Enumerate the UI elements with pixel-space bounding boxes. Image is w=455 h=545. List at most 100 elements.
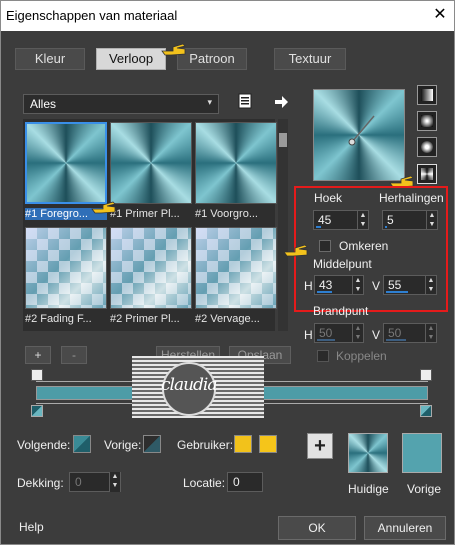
gallery-scrollbar[interactable] bbox=[278, 119, 288, 331]
spinner-arrows-icon[interactable]: ▲ ▼ bbox=[425, 324, 436, 342]
thumbnail-label: #2 Fading F... bbox=[25, 313, 92, 325]
cancel-button[interactable]: Annuleren bbox=[364, 516, 446, 540]
previous-gradient-swatch[interactable] bbox=[402, 433, 442, 473]
angle-handle-icon bbox=[348, 115, 375, 146]
focal-h-spinner[interactable]: 50 ▲ ▼ bbox=[314, 323, 364, 343]
repeats-value: 5 bbox=[387, 213, 394, 227]
repeats-level bbox=[385, 226, 387, 228]
spinner-arrows-icon[interactable]: ▲ ▼ bbox=[109, 472, 120, 492]
focal-h-label: H bbox=[304, 328, 313, 342]
gradient-swatch bbox=[110, 227, 192, 309]
material-properties-dialog: Eigenschappen van materiaal ✕ Kleur Verl… bbox=[0, 0, 455, 545]
category-value: Alles bbox=[30, 97, 57, 111]
add-stop-button[interactable]: + bbox=[25, 346, 51, 364]
focal-v-value: 50 bbox=[388, 326, 402, 340]
gradient-preview[interactable] bbox=[313, 89, 405, 181]
gradient-thumbnail[interactable]: #2 Fading F... bbox=[25, 227, 107, 327]
focal-h-level bbox=[317, 339, 335, 341]
current-gradient-swatch[interactable] bbox=[348, 433, 388, 473]
thumbnail-label: #1 Voorgro... bbox=[195, 208, 258, 220]
pointing-hand-icon bbox=[91, 201, 116, 214]
linear-gradient-icon bbox=[421, 89, 433, 101]
gradient-thumbnail[interactable]: #1 Primer Pl... bbox=[110, 122, 192, 222]
gradient-swatch bbox=[25, 227, 107, 309]
link-label: Koppelen bbox=[336, 349, 387, 363]
opacity-spinner[interactable]: 0 ▲ ▼ bbox=[69, 472, 121, 492]
gradient-swatch bbox=[110, 122, 192, 204]
spinner-arrows-icon[interactable]: ▲ ▼ bbox=[357, 211, 368, 229]
rectangular-gradient-style-button[interactable] bbox=[417, 111, 437, 131]
ok-button[interactable]: OK bbox=[278, 516, 356, 540]
current-label: Huidige bbox=[348, 482, 389, 496]
repeats-spinner[interactable]: 5 ▲ ▼ bbox=[382, 210, 438, 230]
tab-kleur[interactable]: Kleur bbox=[15, 48, 85, 70]
gradient-thumbnail[interactable]: #2 Vervage... bbox=[195, 227, 277, 327]
remove-stop-button[interactable]: - bbox=[61, 346, 87, 364]
angle-label: Hoek bbox=[314, 191, 343, 205]
focal-label: Brandpunt bbox=[313, 304, 369, 318]
thumbnail-label: #2 Primer Pl... bbox=[110, 313, 180, 325]
location-label: Locatie: bbox=[183, 476, 226, 490]
radial-gradient-style-button[interactable] bbox=[417, 137, 437, 157]
opacity-label: Dekking: bbox=[17, 476, 64, 490]
spinner-arrows-icon[interactable]: ▲ ▼ bbox=[352, 324, 363, 342]
angle-level bbox=[316, 226, 321, 228]
focal-v-spinner[interactable]: 50 ▲ ▼ bbox=[383, 323, 437, 343]
angle-spinner[interactable]: 45 ▲ ▼ bbox=[313, 210, 369, 230]
thumbnail-label: #1 Primer Pl... bbox=[110, 208, 180, 220]
user-color-swatch-1[interactable] bbox=[234, 435, 252, 453]
spinner-arrows-icon[interactable]: ▲ ▼ bbox=[426, 211, 437, 229]
tab-patroon[interactable]: Patroon bbox=[177, 48, 247, 70]
sunburst-gradient-style-button[interactable] bbox=[417, 164, 437, 184]
arrow-right-icon[interactable] bbox=[273, 94, 289, 110]
linear-gradient-style-button[interactable] bbox=[417, 85, 437, 105]
radial-gradient-icon bbox=[421, 141, 433, 153]
center-label: Middelpunt bbox=[313, 257, 372, 271]
tab-textuur[interactable]: Textuur bbox=[274, 48, 346, 70]
watermark-text: claudia bbox=[161, 375, 217, 395]
transparency-stop-left[interactable] bbox=[31, 369, 43, 381]
rectangular-gradient-icon bbox=[421, 115, 433, 127]
gradient-thumbnail[interactable]: #1 Voorgro... bbox=[195, 122, 277, 222]
help-label[interactable]: Help bbox=[19, 520, 44, 534]
thumbnail-label: #2 Vervage... bbox=[195, 313, 260, 325]
close-icon[interactable]: ✕ bbox=[432, 7, 448, 23]
gradient-swatch bbox=[25, 122, 107, 204]
scrollbar-thumb[interactable] bbox=[279, 133, 287, 147]
opacity-value: 0 bbox=[75, 475, 82, 489]
link-checkbox[interactable] bbox=[317, 350, 329, 362]
gradient-thumbnail[interactable]: #2 Primer Pl... bbox=[110, 227, 192, 327]
center-h-value: 43 bbox=[319, 278, 333, 292]
color-stop-left[interactable] bbox=[31, 405, 43, 417]
user-color-swatch-2[interactable] bbox=[259, 435, 277, 453]
next-label: Volgende: bbox=[17, 438, 71, 452]
pointing-hand-icon bbox=[283, 244, 308, 257]
previous-color-swatch[interactable] bbox=[143, 435, 161, 453]
add-to-swatches-button[interactable]: + bbox=[307, 433, 333, 459]
center-v-spinner[interactable]: 55 ▲ ▼ bbox=[383, 275, 437, 295]
center-h-level bbox=[317, 291, 332, 293]
spinner-arrows-icon[interactable]: ▲ ▼ bbox=[425, 276, 436, 294]
user-label: Gebruiker: bbox=[177, 438, 234, 452]
location-field[interactable]: 0 bbox=[227, 472, 263, 492]
sunburst-gradient-icon bbox=[421, 168, 433, 180]
next-color-swatch[interactable] bbox=[73, 435, 91, 453]
angle-value: 45 bbox=[318, 213, 332, 227]
repeats-label: Herhalingen bbox=[379, 191, 444, 205]
center-v-value: 55 bbox=[388, 278, 402, 292]
color-stop-right[interactable] bbox=[420, 405, 432, 417]
center-v-level bbox=[386, 291, 408, 293]
pointing-hand-icon bbox=[161, 43, 186, 56]
tab-verloop[interactable]: Verloop bbox=[96, 48, 166, 70]
window-title: Eigenschappen van materiaal bbox=[6, 8, 178, 23]
location-value: 0 bbox=[233, 475, 240, 489]
focal-v-label: V bbox=[372, 328, 381, 342]
invert-checkbox[interactable] bbox=[319, 240, 331, 252]
file-browse-icon[interactable] bbox=[237, 93, 253, 109]
center-h-spinner[interactable]: 43 ▲ ▼ bbox=[314, 275, 364, 295]
transparency-stop-right[interactable] bbox=[420, 369, 432, 381]
spinner-arrows-icon[interactable]: ▲ ▼ bbox=[352, 276, 363, 294]
previous-stop-label: Vorige: bbox=[104, 438, 142, 452]
center-v-label: V bbox=[372, 279, 381, 293]
category-dropdown[interactable]: Alles ▾ bbox=[23, 94, 219, 114]
